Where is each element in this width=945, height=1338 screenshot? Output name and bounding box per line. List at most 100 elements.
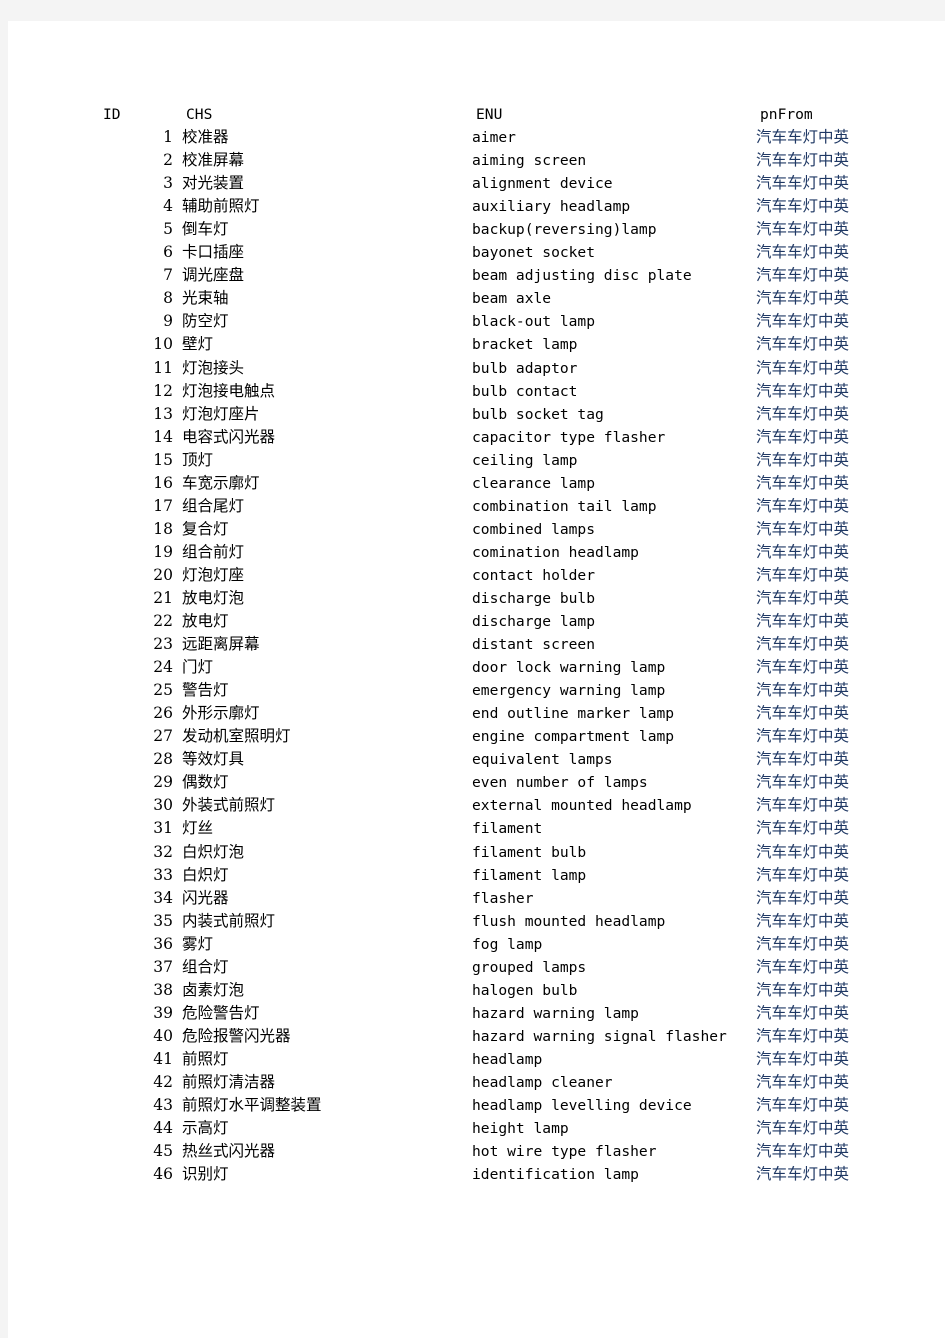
table-row[interactable]: 30 外装式前照灯 external mounted headlamp 汽车车灯中英 bbox=[99, 794, 945, 817]
table-row[interactable]: 17 组合尾灯 combination tail lamp 汽车车灯中英 bbox=[99, 495, 945, 518]
cell-chs: 组合灯 bbox=[182, 957, 229, 976]
table-row[interactable]: 9 防空灯 black-out lamp 汽车车灯中英 bbox=[99, 310, 945, 333]
table-row[interactable]: 1 校准器 aimer 汽车车灯中英 bbox=[99, 126, 945, 149]
table-row[interactable]: 34 闪光器 flasher 汽车车灯中英 bbox=[99, 887, 945, 910]
table-row[interactable]: 31 灯丝 filament 汽车车灯中英 bbox=[99, 817, 945, 840]
table-row[interactable]: 28 等效灯具 equivalent lamps 汽车车灯中英 bbox=[99, 748, 945, 771]
cell-enu: bulb adaptor bbox=[472, 359, 578, 377]
table-row[interactable]: 19 组合前灯 comination headlamp 汽车车灯中英 bbox=[99, 541, 945, 564]
cell-id: 20 bbox=[153, 565, 173, 584]
cell-enu: aiming screen bbox=[472, 152, 587, 170]
table-row[interactable]: 11 灯泡接头 bulb adaptor 汽车车灯中英 bbox=[99, 357, 945, 380]
cell-id: 26 bbox=[153, 704, 173, 723]
table-row[interactable]: 16 车宽示廓灯 clearance lamp 汽车车灯中英 bbox=[99, 472, 945, 495]
table-row[interactable]: 45 热丝式闪光器 hot wire type flasher 汽车车灯中英 bbox=[99, 1140, 945, 1163]
cell-pnfrom: 汽车车灯中英 bbox=[756, 612, 850, 631]
cell-id: 14 bbox=[153, 427, 173, 446]
cell-enu: identification lamp bbox=[472, 1166, 639, 1184]
table-row[interactable]: 22 放电灯 discharge lamp 汽车车灯中英 bbox=[99, 610, 945, 633]
cell-enu: external mounted headlamp bbox=[472, 797, 692, 815]
cell-enu: discharge bulb bbox=[472, 589, 596, 607]
cell-pnfrom: 汽车车灯中英 bbox=[756, 1096, 850, 1115]
cell-pnfrom: 汽车车灯中英 bbox=[756, 496, 850, 515]
table-row[interactable]: 40 危险报警闪光器 hazard warning signal flasher 汽车… bbox=[99, 1025, 945, 1048]
table-row[interactable]: 43 前照灯水平调整装置 headlamp levelling device 汽车车灯… bbox=[99, 1094, 945, 1117]
table-row[interactable]: 42 前照灯清洁器 headlamp cleaner 汽车车灯中英 bbox=[99, 1071, 945, 1094]
table-row[interactable]: 37 组合灯 grouped lamps 汽车车灯中英 bbox=[99, 956, 945, 979]
cell-chs: 外形示廓灯 bbox=[182, 704, 260, 723]
table-row[interactable]: 44 示高灯 height lamp 汽车车灯中英 bbox=[99, 1117, 945, 1140]
cell-enu: comination headlamp bbox=[472, 543, 639, 561]
table-row[interactable]: 2 校准屏幕 aiming screen 汽车车灯中英 bbox=[99, 149, 945, 172]
cell-pnfrom: 汽车车灯中英 bbox=[756, 243, 850, 262]
cell-id: 44 bbox=[153, 1119, 173, 1138]
table-row[interactable]: 41 前照灯 headlamp 汽车车灯中英 bbox=[99, 1048, 945, 1071]
table-row[interactable]: 5 倒车灯 backup(reversing)lamp 汽车车灯中英 bbox=[99, 218, 945, 241]
cell-pnfrom: 汽车车灯中英 bbox=[756, 681, 850, 700]
cell-enu: headlamp bbox=[472, 1050, 543, 1068]
table-row[interactable]: 32 白炽灯泡 filament bulb 汽车车灯中英 bbox=[99, 841, 945, 864]
table-row[interactable]: 46 识别灯 identification lamp 汽车车灯中英 bbox=[99, 1163, 945, 1186]
cell-pnfrom: 汽车车灯中英 bbox=[756, 266, 850, 285]
table-row[interactable]: 7 调光座盘 beam adjusting disc plate 汽车车灯中英 bbox=[99, 264, 945, 287]
table-row[interactable]: 3 对光装置 alignment device 汽车车灯中英 bbox=[99, 172, 945, 195]
cell-pnfrom: 汽车车灯中英 bbox=[756, 197, 850, 216]
table-row[interactable]: 35 内装式前照灯 flush mounted headlamp 汽车车灯中英 bbox=[99, 910, 945, 933]
cell-enu: beam axle bbox=[472, 290, 552, 308]
table-row[interactable]: 6 卡口插座 bayonet socket 汽车车灯中英 bbox=[99, 241, 945, 264]
cell-chs: 前照灯清洁器 bbox=[182, 1072, 276, 1091]
cell-id: 5 bbox=[163, 220, 173, 239]
table-row[interactable]: 36 雾灯 fog lamp 汽车车灯中英 bbox=[99, 933, 945, 956]
cell-enu: filament bbox=[472, 820, 543, 838]
cell-id: 32 bbox=[153, 842, 173, 861]
table-row[interactable]: 29 偶数灯 even number of lamps 汽车车灯中英 bbox=[99, 771, 945, 794]
cell-pnfrom: 汽车车灯中英 bbox=[756, 542, 850, 561]
table-row[interactable]: 25 警告灯 emergency warning lamp 汽车车灯中英 bbox=[99, 679, 945, 702]
table-row[interactable]: 21 放电灯泡 discharge bulb 汽车车灯中英 bbox=[99, 587, 945, 610]
cell-pnfrom: 汽车车灯中英 bbox=[756, 1026, 850, 1045]
table-row[interactable]: 12 灯泡接电触点 bulb contact 汽车车灯中英 bbox=[99, 380, 945, 403]
table-row[interactable]: 27 发动机室照明灯 engine compartment lamp 汽车车灯中英 bbox=[99, 725, 945, 748]
cell-chs: 灯泡接电触点 bbox=[182, 381, 276, 400]
cell-chs: 电容式闪光器 bbox=[182, 427, 276, 446]
cell-pnfrom: 汽车车灯中英 bbox=[756, 220, 850, 239]
cell-chs: 闪光器 bbox=[182, 888, 229, 907]
cell-id: 18 bbox=[153, 519, 173, 538]
cell-id: 34 bbox=[153, 888, 173, 907]
cell-enu: bayonet socket bbox=[472, 244, 596, 262]
table-row[interactable]: 26 外形示廓灯 end outline marker lamp 汽车车灯中英 bbox=[99, 702, 945, 725]
table-row[interactable]: 8 光束轴 beam axle 汽车车灯中英 bbox=[99, 287, 945, 310]
column-header-enu: ENU bbox=[476, 106, 503, 123]
cell-enu: emergency warning lamp bbox=[472, 682, 666, 700]
cell-enu: grouped lamps bbox=[472, 958, 587, 976]
cell-id: 35 bbox=[153, 911, 173, 930]
table-row[interactable]: 15 顶灯 ceiling lamp 汽车车灯中英 bbox=[99, 449, 945, 472]
table-row[interactable]: 14 电容式闪光器 capacitor type flasher 汽车车灯中英 bbox=[99, 426, 945, 449]
cell-chs: 光束轴 bbox=[182, 289, 229, 308]
cell-chs: 放电灯泡 bbox=[182, 588, 245, 607]
cell-enu: capacitor type flasher bbox=[472, 428, 666, 446]
table-row[interactable]: 10 壁灯 bracket lamp 汽车车灯中英 bbox=[99, 333, 945, 356]
table-row[interactable]: 18 复合灯 combined lamps 汽车车灯中英 bbox=[99, 518, 945, 541]
cell-enu: contact holder bbox=[472, 566, 596, 584]
cell-enu: clearance lamp bbox=[472, 474, 596, 492]
table-row[interactable]: 13 灯泡灯座片 bulb socket tag 汽车车灯中英 bbox=[99, 403, 945, 426]
table-row[interactable]: 38 卤素灯泡 halogen bulb 汽车车灯中英 bbox=[99, 979, 945, 1002]
cell-chs: 前照灯 bbox=[182, 1049, 229, 1068]
cell-id: 31 bbox=[153, 819, 173, 838]
table-row[interactable]: 39 危险警告灯 hazard warning lamp 汽车车灯中英 bbox=[99, 1002, 945, 1025]
cell-enu: halogen bulb bbox=[472, 981, 578, 999]
cell-chs: 远距离屏幕 bbox=[182, 635, 260, 654]
cell-pnfrom: 汽车车灯中英 bbox=[756, 1142, 850, 1161]
cell-pnfrom: 汽车车灯中英 bbox=[756, 658, 850, 677]
table-row[interactable]: 4 辅助前照灯 auxiliary headlamp 汽车车灯中英 bbox=[99, 195, 945, 218]
cell-id: 4 bbox=[163, 197, 173, 216]
cell-chs: 白炽灯泡 bbox=[182, 842, 245, 861]
table-row[interactable]: 23 远距离屏幕 distant screen 汽车车灯中英 bbox=[99, 633, 945, 656]
cell-enu: engine compartment lamp bbox=[472, 728, 675, 746]
cell-id: 46 bbox=[153, 1165, 173, 1184]
table-row[interactable]: 33 白炽灯 filament lamp 汽车车灯中英 bbox=[99, 864, 945, 887]
table-row[interactable]: 20 灯泡灯座 contact holder 汽车车灯中英 bbox=[99, 564, 945, 587]
table-row[interactable]: 24 门灯 door lock warning lamp 汽车车灯中英 bbox=[99, 656, 945, 679]
cell-chs: 倒车灯 bbox=[182, 220, 229, 239]
